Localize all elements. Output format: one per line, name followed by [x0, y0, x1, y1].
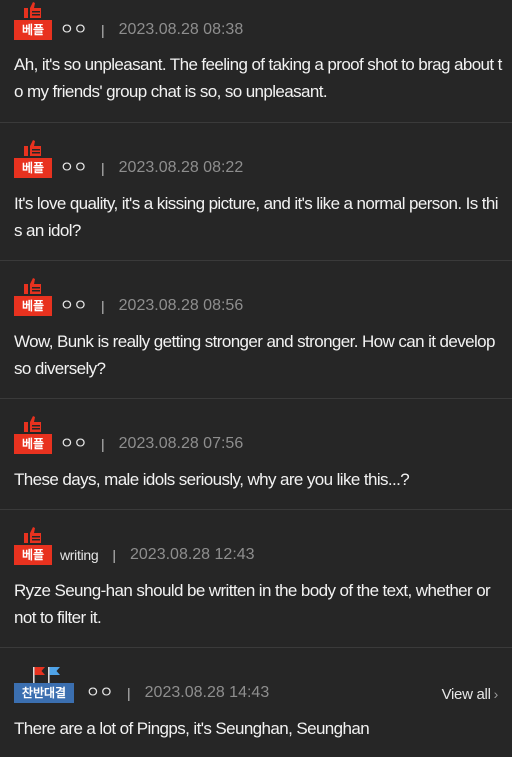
comment-author[interactable]: ㅇㅇ	[60, 20, 87, 40]
meta-separator: |	[127, 685, 131, 701]
view-all-label: View all	[441, 686, 491, 703]
thumbs-up-icon	[24, 2, 41, 18]
comment-meta: 베플 ㅇㅇ | 2023.08.28 08:22	[14, 138, 243, 178]
versus-comment-badge: 찬반대결	[14, 665, 74, 703]
comment-timestamp: 2023.08.28 08:56	[118, 297, 244, 314]
flags-icon	[33, 667, 60, 683]
best-badge-label: 베플	[14, 545, 52, 565]
comment-text: Ah, it's so unpleasant. The feeling of t…	[14, 55, 502, 101]
comment-timestamp: 2023.08.28 12:43	[130, 546, 255, 563]
comment-author[interactable]: ㅇㅇ	[86, 683, 113, 703]
view-all-link[interactable]: View all ›	[441, 684, 499, 705]
meta-separator: |	[101, 160, 105, 176]
meta-separator: |	[101, 298, 105, 314]
comment-meta: 찬반대결 ㅇㅇ | 2023.08.28 14:43	[14, 663, 269, 703]
best-badge-label: 베플	[14, 20, 52, 40]
comment-item: 찬반대결 ㅇㅇ | 2023.08.28 14:43 View all › The…	[0, 648, 512, 757]
comment-text: Ryze Seung-han should be written in the …	[14, 581, 491, 627]
best-comment-badge: 베플	[14, 2, 52, 40]
thumbs-up-icon	[24, 416, 41, 432]
best-badge-label: 베플	[14, 296, 52, 316]
meta-separator: |	[112, 547, 116, 563]
thumbs-up-icon	[24, 527, 41, 543]
comment-author[interactable]: ㅇㅇ	[60, 434, 87, 454]
comment-timestamp: 2023.08.28 08:22	[118, 159, 244, 176]
comment-text: Wow, Bunk is really getting stronger and…	[14, 332, 495, 378]
comment-text: There are a lot of Pingps, it's Seunghan…	[14, 719, 370, 738]
best-badge-label: 베플	[14, 158, 52, 178]
comment-timestamp: 2023.08.28 07:56	[118, 435, 244, 452]
meta-separator: |	[101, 22, 105, 38]
chevron-right-icon: ›	[493, 686, 499, 702]
comment-author[interactable]: writing	[60, 545, 99, 565]
best-badge-label: 베플	[14, 434, 52, 454]
comment-item: 베플 ㅇㅇ | 2023.08.28 07:56 These days, mal…	[0, 399, 512, 510]
best-comment-badge: 베플	[14, 140, 52, 178]
comment-item: 베플 ㅇㅇ | 2023.08.28 08:22 It's love quali…	[0, 123, 512, 261]
comment-author[interactable]: ㅇㅇ	[60, 296, 87, 316]
comment-timestamp: 2023.08.28 14:43	[144, 684, 270, 701]
thumbs-up-icon	[24, 278, 41, 294]
comment-timestamp: 2023.08.28 08:38	[118, 21, 244, 38]
best-comment-badge: 베플	[14, 416, 52, 454]
thumbs-up-icon	[24, 140, 41, 156]
best-comment-badge: 베플	[14, 527, 52, 565]
comment-item: 베플 writing | 2023.08.28 12:43 Ryze Seung…	[0, 510, 512, 648]
comment-item: 베플 ㅇㅇ | 2023.08.28 08:38 Ah, it's so unp…	[0, 0, 512, 123]
versus-badge-label: 찬반대결	[14, 683, 74, 703]
comment-meta: 베플 ㅇㅇ | 2023.08.28 07:56	[14, 414, 243, 454]
meta-separator: |	[101, 436, 105, 452]
comment-item: 베플 ㅇㅇ | 2023.08.28 08:56 Wow, Bunk is re…	[0, 261, 512, 399]
comment-meta: 베플 writing | 2023.08.28 12:43	[14, 525, 255, 565]
comment-text: It's love quality, it's a kissing pictur…	[14, 194, 499, 240]
comment-author[interactable]: ㅇㅇ	[60, 158, 87, 178]
comment-text: These days, male idols seriously, why ar…	[14, 470, 410, 489]
comment-meta: 베플 ㅇㅇ | 2023.08.28 08:38	[14, 0, 243, 40]
comment-meta: 베플 ㅇㅇ | 2023.08.28 08:56	[14, 276, 243, 316]
best-comment-badge: 베플	[14, 278, 52, 316]
